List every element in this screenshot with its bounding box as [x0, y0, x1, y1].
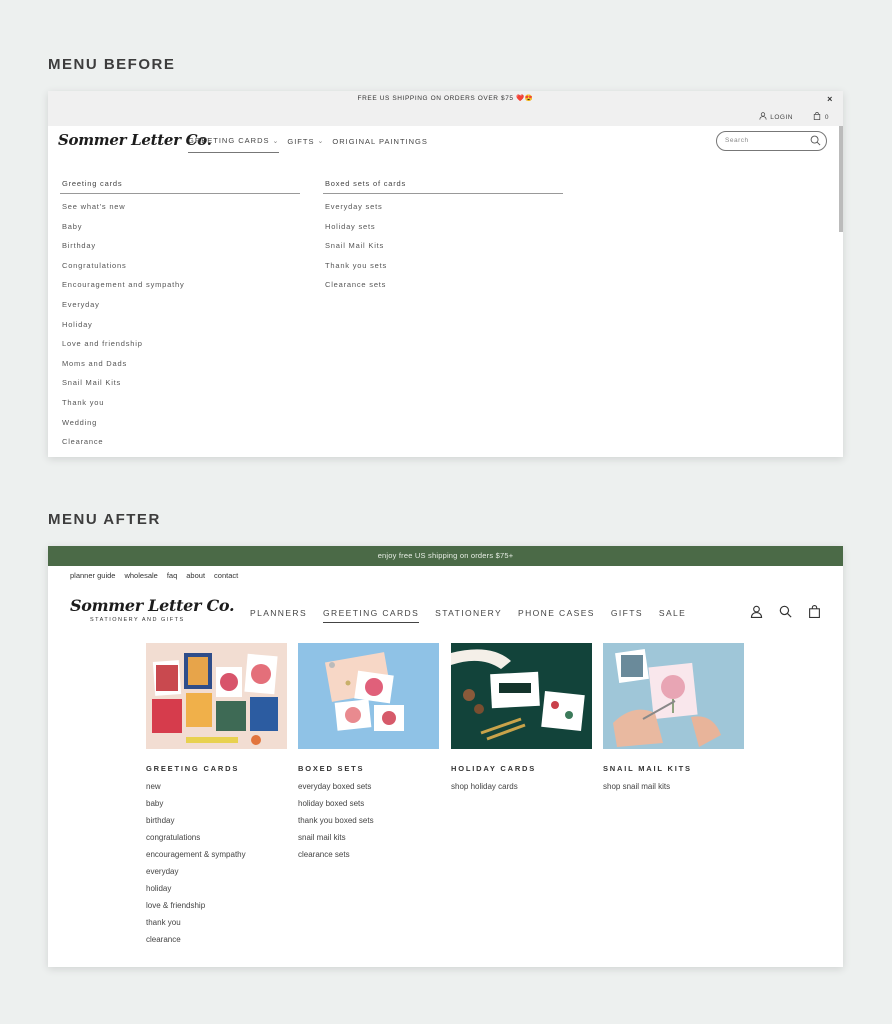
cart-count: 0	[824, 113, 829, 121]
bag-icon[interactable]	[808, 605, 821, 623]
menu-link[interactable]: everyday boxed sets	[298, 782, 439, 799]
menu-link[interactable]: Thank you	[60, 398, 300, 418]
announcement-text: FREE US SHIPPING ON ORDERS OVER $75 ❤️😍	[357, 95, 534, 102]
column-heading[interactable]: SNAIL MAIL KITS	[603, 764, 744, 773]
menu-link[interactable]: everyday	[146, 867, 287, 884]
header-icons	[750, 605, 821, 623]
column-heading[interactable]: Greeting cards	[60, 179, 300, 194]
menu-link[interactable]: Snail Mail Kits	[323, 241, 563, 261]
utility-nav: planner guide wholesale faq about contac…	[48, 566, 843, 586]
chevron-down-icon: ⌄	[272, 137, 280, 145]
nav-sale[interactable]: SALE	[659, 608, 686, 623]
utility-link-contact[interactable]: contact	[214, 571, 238, 586]
close-icon[interactable]: ×	[827, 91, 833, 107]
menu-link[interactable]: Thank you sets	[323, 261, 563, 281]
menu-link[interactable]: holiday	[146, 884, 287, 901]
logo[interactable]: Sommer Letter Co. STATIONERY AND GIFTS	[70, 596, 235, 623]
menu-link[interactable]: Clearance sets	[323, 280, 563, 300]
user-icon[interactable]	[750, 605, 763, 623]
search-input[interactable]: Search	[716, 131, 827, 151]
utility-link-wholesale[interactable]: wholesale	[124, 571, 157, 586]
menu-link[interactable]: clearance sets	[298, 850, 439, 867]
column-heading[interactable]: Boxed sets of cards	[323, 179, 563, 194]
bag-icon	[813, 111, 821, 122]
nav-gifts[interactable]: GIFTS ⌄	[287, 136, 324, 153]
menu-link[interactable]: thank you	[146, 918, 287, 935]
nav-original-paintings[interactable]: ORIGINAL PAINTINGS	[332, 136, 428, 153]
scrollbar[interactable]	[839, 126, 843, 232]
menu-link[interactable]: Moms and Dads	[60, 359, 300, 379]
nav-planners[interactable]: PLANNERS	[250, 608, 307, 623]
cart-link[interactable]: 0	[813, 111, 829, 122]
menu-link[interactable]: thank you boxed sets	[298, 816, 439, 833]
boxed-sets-image[interactable]	[298, 643, 439, 749]
menu-link[interactable]: love & friendship	[146, 901, 287, 918]
menu-link[interactable]: shop snail mail kits	[603, 782, 744, 799]
announcement-bar: FREE US SHIPPING ON ORDERS OVER $75 ❤️😍 …	[48, 91, 843, 107]
menu-link[interactable]: birthday	[146, 816, 287, 833]
menu-link[interactable]: Holiday sets	[323, 222, 563, 242]
snail-mail-kits-image[interactable]	[603, 643, 744, 749]
menu-link[interactable]: encouragement & sympathy	[146, 850, 287, 867]
logo-wordmark: Sommer Letter Co.	[70, 596, 235, 615]
menu-link[interactable]: Everyday sets	[323, 202, 563, 222]
site-header: Sommer Letter Co. STATIONERY AND GIFTS P…	[48, 586, 843, 636]
menu-link[interactable]: Baby	[60, 222, 300, 242]
menu-link[interactable]: new	[146, 782, 287, 799]
menu-link[interactable]: Birthday	[60, 241, 300, 261]
menu-link[interactable]: Love and friendship	[60, 339, 300, 359]
menu-column-greeting-cards: GREETING CARDS new baby birthday congrat…	[146, 643, 287, 952]
greeting-cards-image[interactable]	[146, 643, 287, 749]
menu-after-screenshot: enjoy free US shipping on orders $75+ pl…	[48, 546, 843, 967]
menu-after-heading: MENU AFTER	[48, 511, 161, 528]
menu-link[interactable]: snail mail kits	[298, 833, 439, 850]
utility-link-planner-guide[interactable]: planner guide	[70, 571, 115, 586]
login-label: LOGIN	[770, 113, 793, 121]
menu-link[interactable]: Holiday	[60, 320, 300, 340]
search-icon[interactable]	[779, 605, 792, 623]
menu-link[interactable]: Snail Mail Kits	[60, 378, 300, 398]
nav-greeting-cards[interactable]: GREETING CARDS	[323, 608, 420, 623]
menu-before-screenshot: FREE US SHIPPING ON ORDERS OVER $75 ❤️😍 …	[48, 91, 843, 457]
menu-link[interactable]: shop holiday cards	[451, 782, 592, 799]
nav-phone-cases[interactable]: PHONE CASES	[518, 608, 595, 623]
menu-column-boxed-sets: Boxed sets of cards Everyday sets Holida…	[323, 179, 563, 300]
login-link[interactable]: LOGIN	[759, 112, 793, 122]
chevron-down-icon: ⌄	[317, 138, 325, 145]
menu-link[interactable]: Clearance	[60, 437, 300, 457]
menu-link[interactable]: baby	[146, 799, 287, 816]
menu-link[interactable]: clearance	[146, 935, 287, 952]
main-nav: GREETING CARDS ⌄ GIFTS ⌄ ORIGINAL PAINTING…	[188, 136, 428, 153]
utility-link-about[interactable]: about	[186, 571, 205, 586]
menu-column-snail-mail-kits: SNAIL MAIL KITS shop snail mail kits	[603, 643, 744, 799]
column-heading[interactable]: BOXED SETS	[298, 764, 439, 773]
nav-greeting-cards[interactable]: GREETING CARDS ⌄	[188, 136, 280, 153]
menu-link[interactable]: holiday boxed sets	[298, 799, 439, 816]
menu-before-heading: MENU BEFORE	[48, 56, 176, 73]
utility-link-faq[interactable]: faq	[167, 571, 177, 586]
menu-link[interactable]: Encouragement and sympathy	[60, 280, 300, 300]
menu-column-boxed-sets: BOXED SETS everyday boxed sets holiday b…	[298, 643, 439, 867]
column-heading[interactable]: GREETING CARDS	[146, 764, 287, 773]
utility-bar: LOGIN 0	[48, 107, 843, 126]
site-header: Sommer Letter Co. GREETING CARDS ⌄ GIFTS ⌄…	[48, 126, 843, 160]
menu-link[interactable]: Everyday	[60, 300, 300, 320]
logo-tagline: STATIONERY AND GIFTS	[90, 617, 185, 623]
menu-link[interactable]: Congratulations	[60, 261, 300, 281]
user-icon	[759, 112, 767, 122]
nav-gifts[interactable]: GIFTS	[611, 608, 643, 623]
menu-column-holiday-cards: HOLIDAY CARDS shop holiday cards	[451, 643, 592, 799]
column-heading[interactable]: HOLIDAY CARDS	[451, 764, 592, 773]
search-placeholder: Search	[725, 137, 749, 144]
menu-column-greeting-cards: Greeting cards See what's new Baby Birth…	[60, 179, 300, 457]
menu-link[interactable]: congratulations	[146, 833, 287, 850]
nav-stationery[interactable]: STATIONERY	[435, 608, 502, 623]
search-icon[interactable]	[810, 135, 821, 154]
main-nav: PLANNERS GREETING CARDS STATIONERY PHONE…	[250, 608, 686, 623]
holiday-cards-image[interactable]	[451, 643, 592, 749]
menu-link[interactable]: See what's new	[60, 202, 300, 222]
menu-link[interactable]: Wedding	[60, 418, 300, 438]
announcement-bar: enjoy free US shipping on orders $75+	[48, 546, 843, 566]
